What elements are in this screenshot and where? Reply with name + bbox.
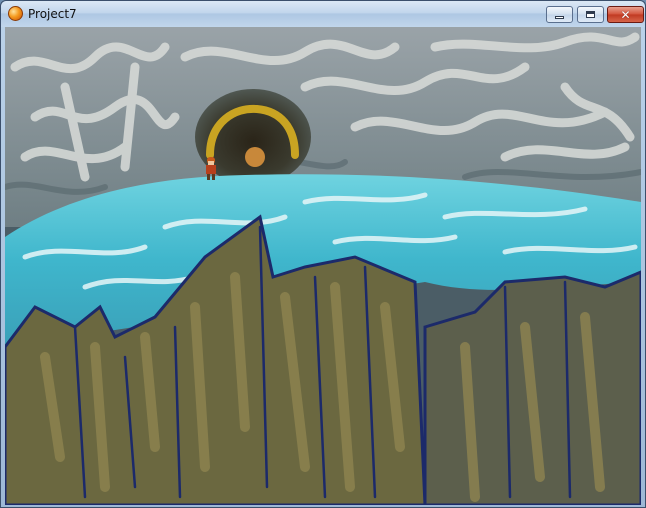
title-bar[interactable]: Project7 ✕ <box>1 1 645 27</box>
close-icon: ✕ <box>620 7 631 22</box>
minimize-icon <box>555 16 564 19</box>
close-button[interactable]: ✕ <box>607 6 644 23</box>
orange-orb-icon <box>8 6 23 21</box>
maximize-button[interactable] <box>577 6 604 23</box>
maximize-icon <box>586 11 595 18</box>
minimize-button[interactable] <box>546 6 573 23</box>
game-scene <box>5 27 641 505</box>
application-window: Project7 ✕ <box>0 0 646 508</box>
cave-lamp <box>245 147 265 167</box>
window-title: Project7 <box>28 7 77 21</box>
game-viewport[interactable] <box>5 27 641 505</box>
